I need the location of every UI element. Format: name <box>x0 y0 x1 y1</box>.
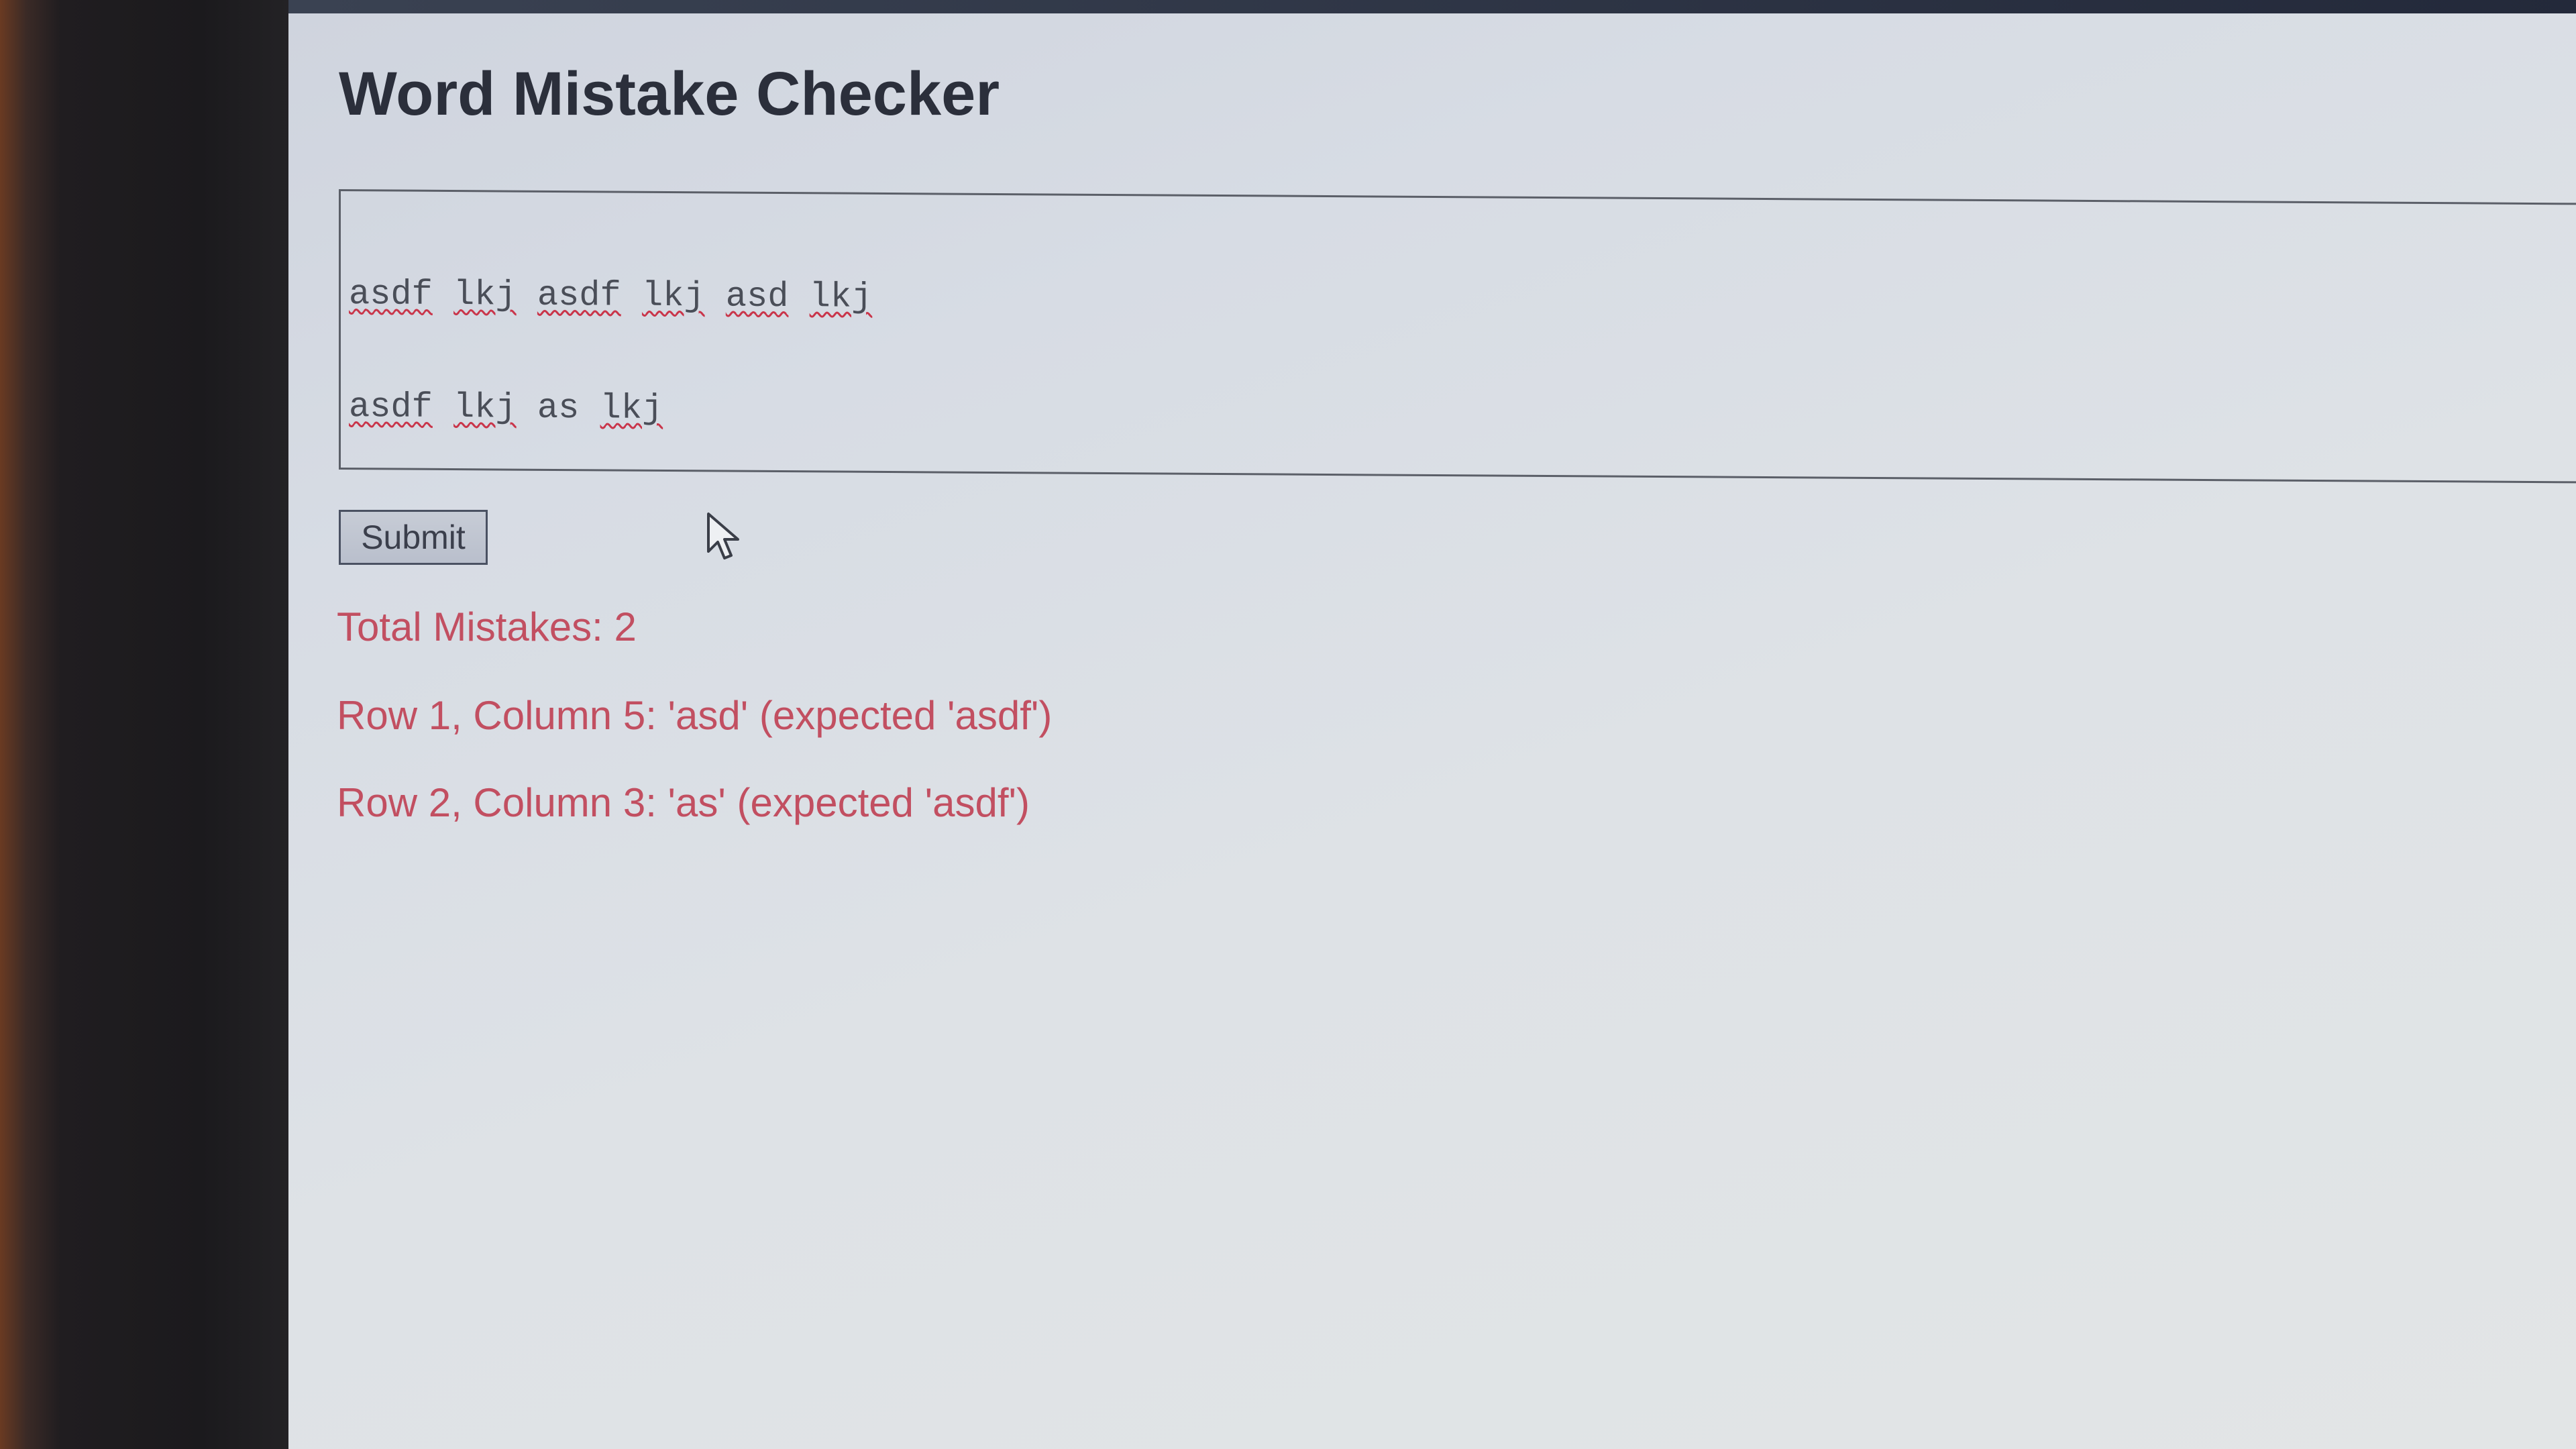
editor-word: asdf <box>537 275 621 316</box>
editor-line-1: asdf lkj asdf lkj asd lkj <box>349 274 873 317</box>
editor-word: lkj <box>641 276 705 317</box>
text-input-area[interactable]: asdf lkj asdf lkj asd lkj asdf lkj as lk… <box>339 189 2576 484</box>
editor-word: as <box>537 388 580 429</box>
editor-word: lkj <box>600 388 663 429</box>
mistake-item: Row 2, Column 3: 'as' (expected 'asdf') <box>337 780 1030 825</box>
editor-word: asd <box>725 276 789 317</box>
total-mistakes: Total Mistakes: 2 <box>337 604 637 649</box>
mouse-pointer-icon <box>707 513 739 559</box>
editor-word: lkj <box>809 277 873 317</box>
editor-word: asdf <box>349 274 433 315</box>
editor-word: lkj <box>453 275 517 315</box>
submit-button[interactable]: Submit <box>339 510 488 565</box>
editor-line-2: asdf lkj as lkj <box>349 387 872 429</box>
editor-word: lkj <box>453 388 517 428</box>
page-content: Word Mistake Checker asdf lkj asdf lkj a… <box>288 13 2576 1449</box>
mistake-item: Row 1, Column 5: 'asd' (expected 'asdf') <box>337 693 1053 738</box>
monitor-bezel <box>0 0 288 1449</box>
editor-word: asdf <box>349 387 433 427</box>
editor-text: asdf lkj asdf lkj asd lkj asdf lkj as lk… <box>349 201 872 504</box>
page-title: Word Mistake Checker <box>339 60 1000 128</box>
